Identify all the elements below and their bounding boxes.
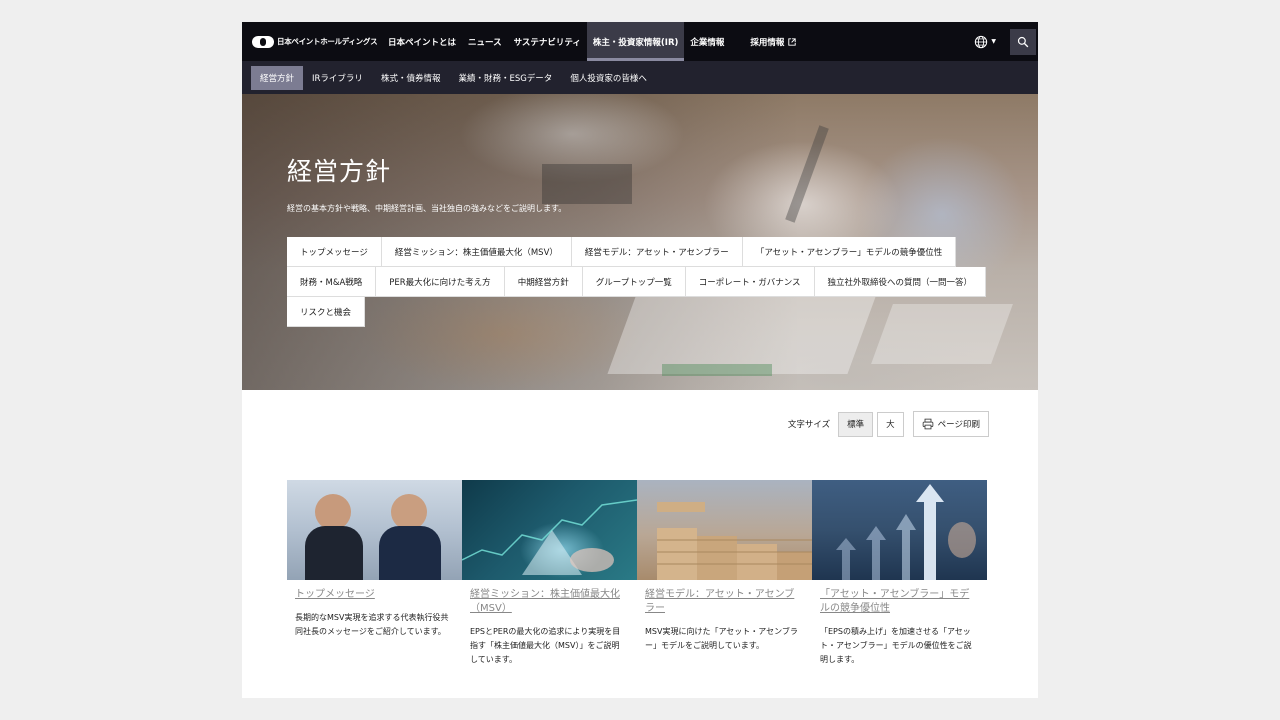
card-title[interactable]: 経営ミッション：株主価値最大化（MSV） xyxy=(470,588,629,616)
company-logo[interactable]: 日本ペイントホールディングス xyxy=(242,22,382,61)
section-link-business-model[interactable]: 経営モデル：アセット・アセンブラー xyxy=(571,237,743,267)
section-link-competitive-advantage[interactable]: 「アセット・アセンブラー」モデルの競争優位性 xyxy=(742,237,957,267)
top-nav-right: ▼ xyxy=(974,22,1038,61)
section-link-risk-opportunity[interactable]: リスクと機会 xyxy=(287,297,366,327)
card-top-message[interactable]: トップメッセージ 長期的なMSV実現を追求する代表執行役共同社長のメッセージをご… xyxy=(287,480,462,667)
hero-image-decoration xyxy=(785,125,829,223)
subnav-item-performance-data[interactable]: 業績・財務・ESGデータ xyxy=(449,66,561,90)
globe-icon xyxy=(975,35,988,48)
card-description: 「EPSの積み上げ」を加速させる「アセット・アセンブラー」モデルの優位性をご説明… xyxy=(820,627,972,664)
hero-image-decoration xyxy=(542,164,632,204)
section-link-group-leaders[interactable]: グループトップ一覧 xyxy=(582,267,686,297)
printer-icon xyxy=(922,418,933,430)
card-business-model[interactable]: 経営モデル：アセット・アセンブラー MSV実現に向けた「アセット・アセンブラー」… xyxy=(637,480,812,667)
card-image-blocks xyxy=(637,480,812,580)
nav-item-ir[interactable]: 株主・投資家情報(IR) xyxy=(586,22,685,61)
section-link-top-message[interactable]: トップメッセージ xyxy=(287,237,382,267)
print-button-label: ページ印刷 xyxy=(937,420,980,430)
font-size-standard-button[interactable]: 標準 xyxy=(838,411,874,437)
section-link-mission-msv[interactable]: 経営ミッション：株主価値最大化（MSV） xyxy=(381,237,572,267)
logo-text: 日本ペイントホールディングス xyxy=(277,37,378,46)
card-title[interactable]: 「アセット・アセンブラー」モデルの競争優位性 xyxy=(820,588,979,616)
section-link-mid-term-policy[interactable]: 中期経営方針 xyxy=(504,267,583,297)
nav-item-recruit[interactable]: 採用情報 xyxy=(744,22,802,61)
card-mission-msv[interactable]: 経営ミッション：株主価値最大化（MSV） EPSとPERの最大化の追求により実現… xyxy=(462,480,637,667)
font-size-large-button[interactable]: 大 xyxy=(877,411,904,437)
language-selector[interactable]: ▼ xyxy=(974,35,996,49)
content-cards: トップメッセージ 長期的なMSV実現を追求する代表執行役共同社長のメッセージをご… xyxy=(287,480,987,667)
page-description: 経営の基本方針や戦略、中期経営計画、当社独自の強みなどをご説明します。 xyxy=(287,204,567,213)
nav-item-about[interactable]: 日本ペイントとは xyxy=(382,22,462,61)
card-description: 長期的なMSV実現を追求する代表執行役共同社長のメッセージをご紹介しています。 xyxy=(295,613,449,636)
section-link-director-qa[interactable]: 独立社外取締役への質問（一問一答） xyxy=(814,267,987,297)
card-title[interactable]: 経営モデル：アセット・アセンブラー xyxy=(645,588,804,616)
chevron-down-icon: ▼ xyxy=(991,38,996,45)
page-title: 経営方針 xyxy=(287,157,392,186)
logo-mark-icon xyxy=(252,35,274,48)
subnav-item-individual-investors[interactable]: 個人投資家の皆様へ xyxy=(561,66,656,90)
search-button[interactable] xyxy=(1010,28,1036,55)
card-description: EPSとPERの最大化の追求により実現を目指す「株主価値最大化（MSV）」をご説… xyxy=(470,627,621,664)
nav-item-company[interactable]: 企業情報 xyxy=(684,22,730,61)
subnav-item-management-policy[interactable]: 経営方針 xyxy=(251,65,304,90)
card-description: MSV実現に向けた「アセット・アセンブラー」モデルをご説明しています。 xyxy=(645,627,798,650)
top-nav-items: 日本ペイントとは ニュース サステナビリティ 株主・投資家情報(IR) 企業情報… xyxy=(382,22,802,61)
top-navigation: 日本ペイントホールディングス 日本ペイントとは ニュース サステナビリティ 株主… xyxy=(242,22,1038,61)
hero-banner: 経営方針 経営の基本方針や戦略、中期経営計画、当社独自の強みなどをご説明します。… xyxy=(242,94,1038,390)
nav-item-sustainability[interactable]: サステナビリティ xyxy=(508,22,587,61)
subnav-item-stock-bond[interactable]: 株式・債券情報 xyxy=(372,66,450,90)
page: 日本ペイントホールディングス 日本ペイントとは ニュース サステナビリティ 株主… xyxy=(242,22,1038,698)
subnav-item-ir-library[interactable]: IRライブラリ xyxy=(303,66,372,90)
sub-navigation: 経営方針 IRライブラリ 株式・債券情報 業績・財務・ESGデータ 個人投資家の… xyxy=(242,61,1038,94)
print-button[interactable]: ページ印刷 xyxy=(912,411,989,437)
section-link-finance-ma[interactable]: 財務・M&A戦略 xyxy=(287,267,377,297)
card-image-executives xyxy=(287,480,462,580)
external-link-icon xyxy=(788,37,797,46)
nav-item-news[interactable]: ニュース xyxy=(462,22,508,61)
card-image-rising-arrows xyxy=(812,480,987,580)
hero-image-decoration xyxy=(662,364,772,376)
section-link-per-maximization[interactable]: PER最大化に向けた考え方 xyxy=(376,267,505,297)
search-icon xyxy=(1017,36,1029,47)
card-image-growth-chart xyxy=(462,480,637,580)
page-tools: 文字サイズ 標準 大 ページ印刷 xyxy=(788,411,989,437)
font-size-label: 文字サイズ xyxy=(787,420,831,430)
card-title[interactable]: トップメッセージ xyxy=(295,588,454,602)
section-links: トップメッセージ 経営ミッション：株主価値最大化（MSV） 経営モデル：アセット… xyxy=(287,237,987,327)
nav-item-recruit-label: 採用情報 xyxy=(750,37,785,48)
section-link-governance[interactable]: コーポレート・ガバナンス xyxy=(685,267,815,297)
card-competitive-advantage[interactable]: 「アセット・アセンブラー」モデルの競争優位性 「EPSの積み上げ」を加速させる「… xyxy=(812,480,987,667)
